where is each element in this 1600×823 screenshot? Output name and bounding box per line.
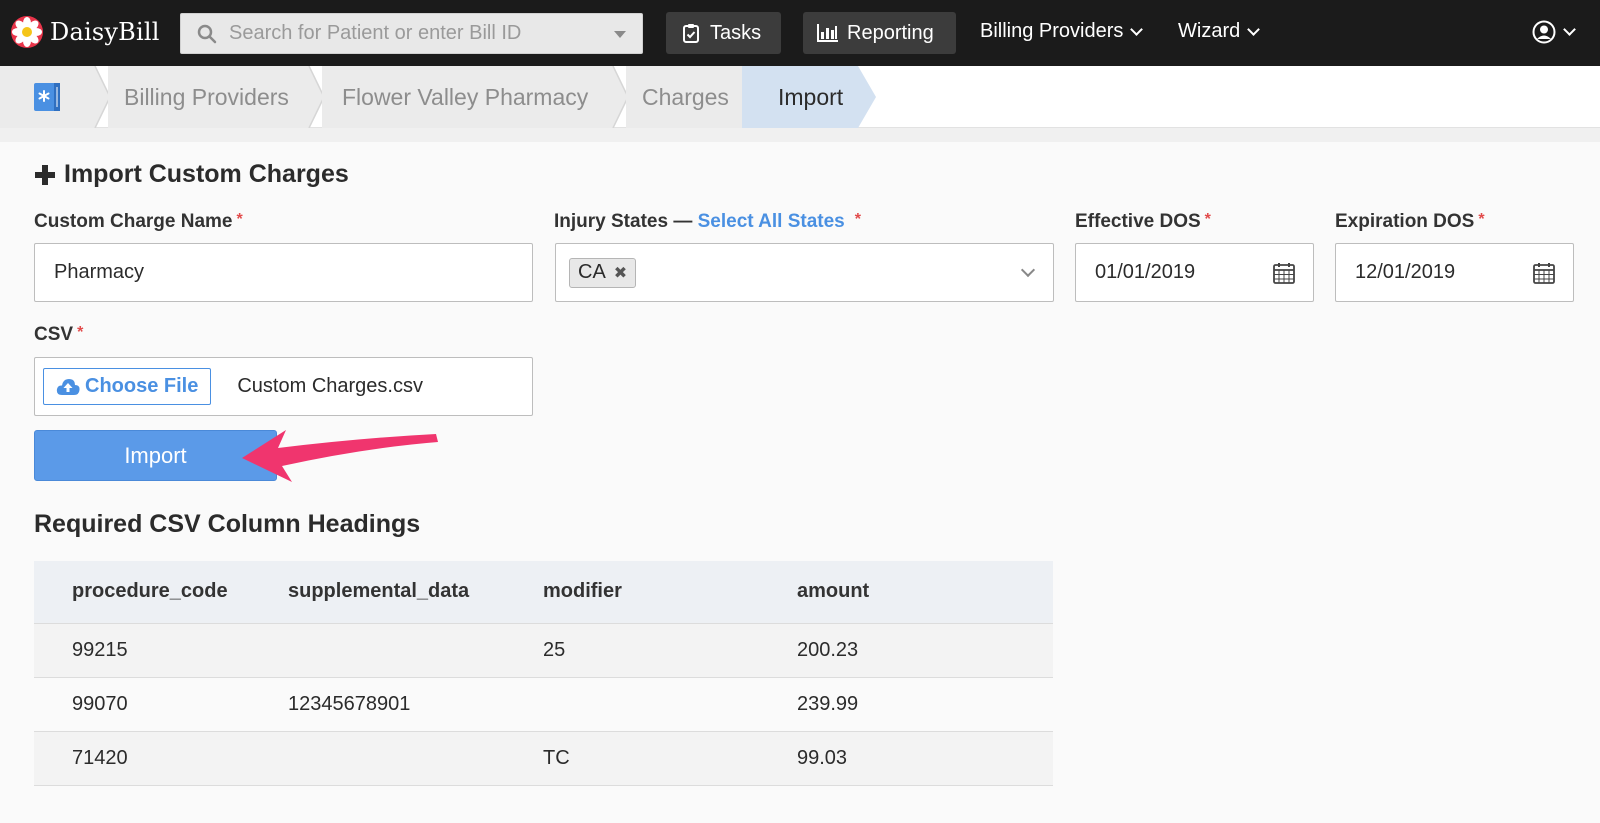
select-all-states-link[interactable]: Select All States xyxy=(698,211,845,232)
selected-file-name: Custom Charges.csv xyxy=(237,375,423,397)
table-row: 99215 25 200.23 xyxy=(34,623,1053,678)
csv-file-input[interactable]: Choose File Custom Charges.csv xyxy=(34,357,533,416)
table-cell xyxy=(288,623,543,678)
table-cell xyxy=(543,677,797,732)
csv-label: CSV * xyxy=(34,324,83,346)
table-cell: 25 xyxy=(543,623,797,678)
injury-states-label: Injury States — Select All States * xyxy=(554,211,861,233)
breadcrumb-active-tip xyxy=(858,66,876,128)
patient-search-box[interactable] xyxy=(180,13,643,54)
breadcrumb-import: Import xyxy=(742,66,858,128)
clinic-home-icon xyxy=(34,83,60,111)
chevron-down-icon[interactable] xyxy=(1020,262,1036,278)
brand-name: DaisyBill xyxy=(50,18,160,46)
breadcrumb-charges[interactable]: Charges xyxy=(626,66,744,128)
plus-icon xyxy=(35,164,55,185)
breadcrumb-flower-valley-pharmacy[interactable]: Flower Valley Pharmacy xyxy=(322,66,612,128)
table-row: 99070 12345678901 239.99 xyxy=(34,677,1053,732)
breadcrumb: Billing Providers Flower Valley Pharmacy… xyxy=(0,66,1600,128)
column-header-amount: amount xyxy=(797,561,1053,624)
chevron-down-icon xyxy=(1563,23,1576,36)
csv-headings-table: procedure_code supplemental_data modifie… xyxy=(34,561,1053,786)
expiration-dos-input[interactable]: 12/01/2019 xyxy=(1335,243,1574,302)
breadcrumb-shadow xyxy=(0,128,1600,142)
table-cell: 99.03 xyxy=(797,731,1053,786)
breadcrumb-separator xyxy=(608,66,628,128)
custom-charge-name-label-text: Custom Charge Name xyxy=(34,211,233,232)
annotation-arrow-icon xyxy=(242,430,438,482)
wizard-menu[interactable]: Wizard xyxy=(1178,20,1261,43)
expiration-dos-label-text: Expiration DOS xyxy=(1335,211,1475,232)
required-mark: * xyxy=(854,211,861,228)
remove-tag-icon[interactable]: ✖ xyxy=(614,263,627,283)
state-tag-ca: CA ✖ xyxy=(569,257,637,288)
tasks-button[interactable]: Tasks xyxy=(666,12,781,54)
user-avatar-icon xyxy=(1532,20,1556,44)
breadcrumb-separator xyxy=(304,66,324,128)
table-row: 71420 TC 99.03 xyxy=(34,731,1053,786)
search-dropdown-caret-icon[interactable] xyxy=(614,31,626,38)
breadcrumb-billing-providers[interactable]: Billing Providers xyxy=(108,66,308,128)
choose-file-label: Choose File xyxy=(85,375,199,397)
calendar-icon[interactable] xyxy=(1273,262,1295,284)
breadcrumb-home[interactable] xyxy=(0,66,95,128)
daisy-flower-icon xyxy=(11,16,43,48)
page-title: Import Custom Charges xyxy=(34,160,349,189)
expiration-dos-value: 12/01/2019 xyxy=(1355,261,1456,283)
required-mark: * xyxy=(1204,211,1211,228)
expiration-dos-label: Expiration DOS * xyxy=(1335,211,1485,233)
wizard-menu-label: Wizard xyxy=(1178,20,1241,42)
reporting-label: Reporting xyxy=(847,21,934,44)
clipboard-check-icon xyxy=(683,24,699,43)
billing-providers-menu-label: Billing Providers xyxy=(980,20,1124,42)
custom-charge-name-label: Custom Charge Name * xyxy=(34,211,243,233)
table-cell: 12345678901 xyxy=(288,677,543,732)
table-cell: 71420 xyxy=(34,731,288,786)
effective-dos-label: Effective DOS * xyxy=(1075,211,1211,233)
effective-dos-label-text: Effective DOS xyxy=(1075,211,1201,232)
calendar-icon[interactable] xyxy=(1533,262,1555,284)
tasks-label: Tasks xyxy=(710,21,762,44)
search-icon xyxy=(197,24,217,43)
required-mark: * xyxy=(236,211,243,228)
user-menu[interactable] xyxy=(1532,20,1576,44)
table-cell: 200.23 xyxy=(797,623,1053,678)
table-cell: 99070 xyxy=(34,677,288,732)
table-cell: TC xyxy=(543,731,797,786)
breadcrumb-separator xyxy=(90,66,110,128)
required-mark: * xyxy=(77,324,84,341)
csv-label-text: CSV xyxy=(34,324,74,345)
csv-headings-title: Required CSV Column Headings xyxy=(34,510,421,538)
injury-states-label-text: Injury States — xyxy=(554,211,693,232)
brand-logo[interactable]: DaisyBill xyxy=(10,15,160,49)
column-header-procedure-code: procedure_code xyxy=(34,561,288,624)
choose-file-button[interactable]: Choose File xyxy=(43,368,212,405)
effective-dos-value: 01/01/2019 xyxy=(1095,261,1196,283)
table-header-row: procedure_code supplemental_data modifie… xyxy=(34,561,1053,624)
page-title-text: Import Custom Charges xyxy=(64,160,349,188)
table-cell xyxy=(288,731,543,786)
table-cell: 99215 xyxy=(34,623,288,678)
reporting-button[interactable]: Reporting xyxy=(803,12,956,54)
state-tag-label: CA xyxy=(578,261,606,283)
required-mark: * xyxy=(1478,211,1485,228)
chevron-down-icon xyxy=(1247,22,1261,36)
column-header-modifier: modifier xyxy=(543,561,797,624)
column-header-supplemental-data: supplemental_data xyxy=(288,561,543,624)
table-cell: 239.99 xyxy=(797,677,1053,732)
bar-chart-icon xyxy=(817,24,838,42)
effective-dos-input[interactable]: 01/01/2019 xyxy=(1075,243,1314,302)
custom-charge-name-input[interactable]: Pharmacy xyxy=(34,243,533,302)
injury-states-select[interactable]: CA ✖ xyxy=(555,243,1054,302)
patient-search-input[interactable] xyxy=(229,22,599,45)
billing-providers-menu[interactable]: Billing Providers xyxy=(980,20,1144,43)
chevron-down-icon xyxy=(1130,22,1144,36)
top-navbar: DaisyBill Tasks Reporting Billing Provid… xyxy=(0,0,1600,66)
custom-charge-name-value: Pharmacy xyxy=(54,261,145,283)
cloud-upload-icon xyxy=(56,378,80,395)
